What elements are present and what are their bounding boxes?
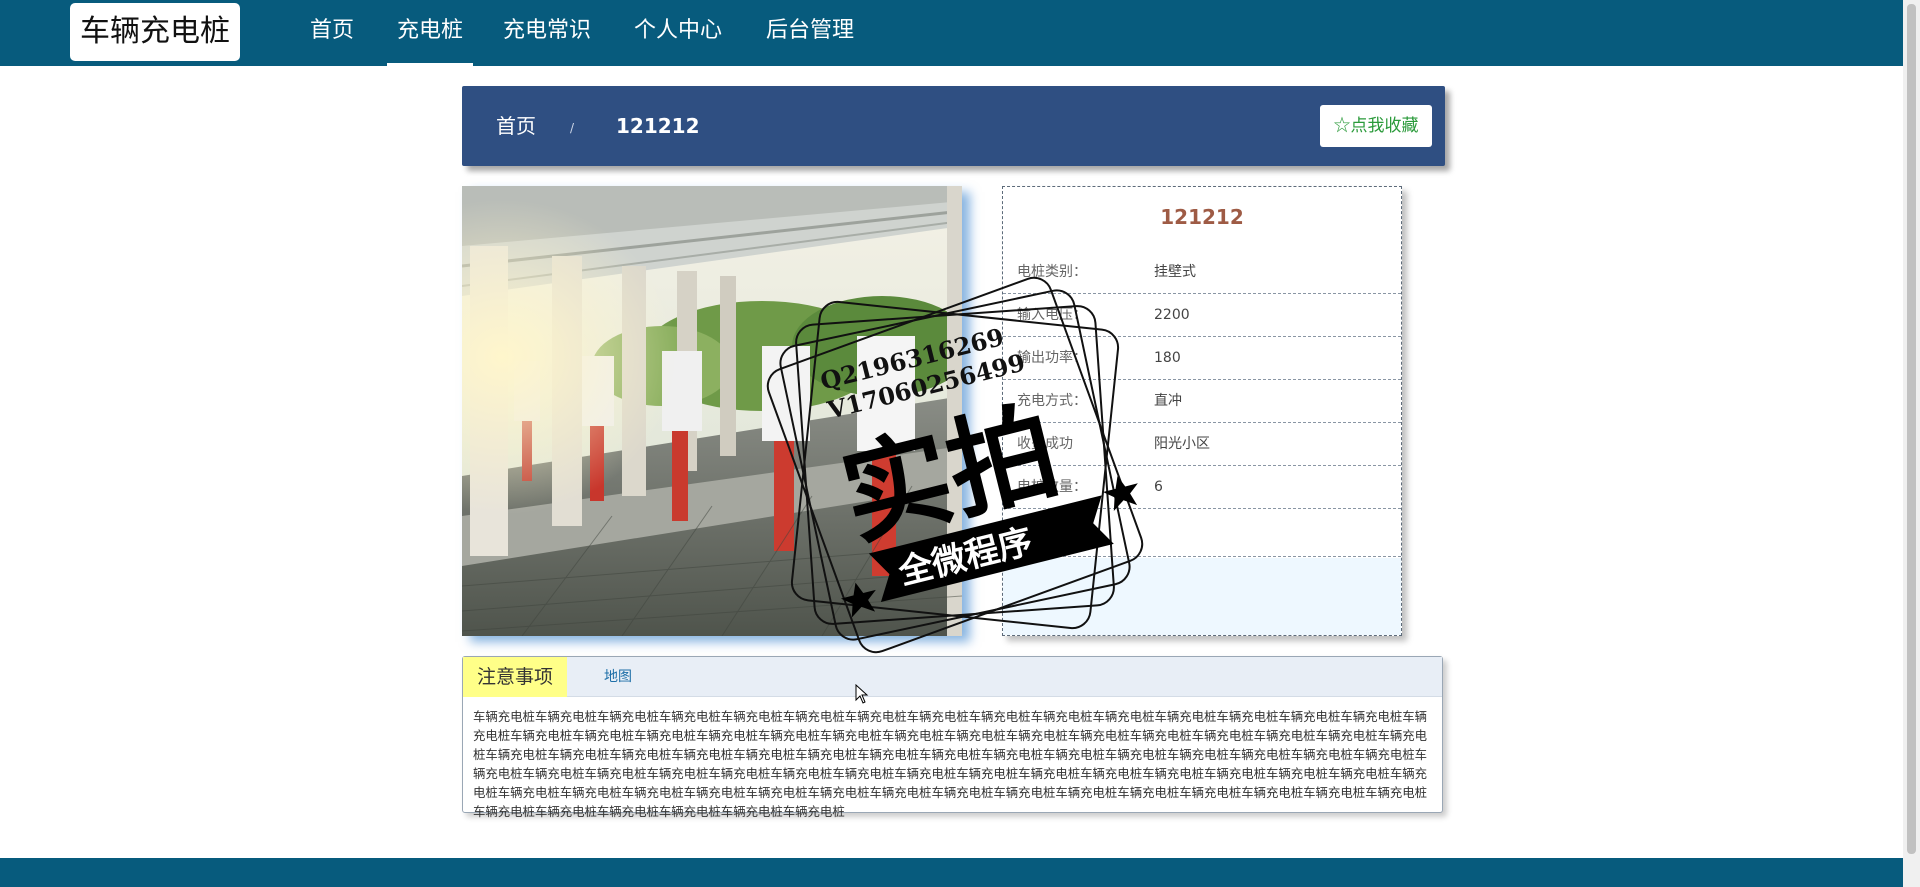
breadcrumb: 首页 / 121212 ☆点我收藏 (462, 86, 1445, 166)
detail-label: 充电方式： (1017, 393, 1087, 409)
detail-label: 电桩数量： (1017, 479, 1087, 495)
nav-personal-center[interactable]: 个人中心 (625, 0, 731, 66)
scrollbar-thumb[interactable] (1907, 4, 1916, 854)
detail-value: 6 (1154, 479, 1163, 495)
detail-label: 电桩类别： (1017, 264, 1087, 280)
detail-row-type: 电桩类别： 挂壁式 (1003, 251, 1401, 294)
nav-home[interactable]: 首页 (296, 0, 368, 66)
detail-card: 121212 电桩类别： 挂壁式 输入电压： 2200 输出功率： 180 充电… (1002, 186, 1402, 636)
detail-value: 180 (1154, 350, 1181, 366)
tab-notes[interactable]: 注意事项 (463, 657, 567, 697)
detail-value: 挂壁式 (1154, 264, 1196, 280)
tab-header: 注意事项 地图 (463, 657, 1442, 697)
detail-label: 输入电压： (1017, 307, 1087, 323)
nav-admin[interactable]: 后台管理 (757, 0, 863, 66)
nav-charging-knowledge[interactable]: 充电常识 (495, 0, 599, 66)
top-nav-bar: 车辆充电桩 首页 充电桩 充电常识 个人中心 后台管理 (0, 0, 1903, 66)
favorite-button[interactable]: ☆点我收藏 (1320, 105, 1432, 147)
detail-action-row (1003, 507, 1401, 557)
tab-panel: 注意事项 地图 车辆充电桩车辆充电桩车辆充电桩车辆充电桩车辆充电桩车辆充电桩车辆… (462, 656, 1443, 819)
charging-station-photo (462, 186, 962, 636)
site-logo[interactable]: 车辆充电桩 (70, 3, 240, 61)
detail-label: 输出功率： (1017, 350, 1087, 366)
footer-bar (0, 858, 1903, 887)
detail-value: 阳光小区 (1154, 436, 1210, 452)
detail-row-mode: 充电方式： 直冲 (1003, 380, 1401, 423)
breadcrumb-separator: / (570, 121, 575, 135)
photo-illustration (462, 186, 962, 636)
detail-row-count: 电桩数量： 6 (1003, 466, 1401, 509)
breadcrumb-current: 121212 (616, 114, 700, 138)
breadcrumb-home[interactable]: 首页 (496, 86, 536, 166)
action-button[interactable] (1023, 521, 1053, 543)
detail-value: 直冲 (1154, 393, 1182, 409)
tab-content-text: 车辆充电桩车辆充电桩车辆充电桩车辆充电桩车辆充电桩车辆充电桩车辆充电桩车辆充电桩… (473, 709, 1428, 819)
detail-row-voltage: 输入电压： 2200 (1003, 294, 1401, 337)
nav-charging-pile[interactable]: 充电桩 (387, 0, 473, 66)
tab-map[interactable]: 地图 (604, 657, 632, 697)
page-scrollbar[interactable] (1903, 0, 1920, 887)
detail-row-location: 收费成功 阳光小区 (1003, 423, 1401, 466)
detail-bottom-area (1003, 558, 1401, 635)
detail-title: 121212 (1160, 205, 1244, 229)
detail-label: 收费成功 (1017, 436, 1073, 452)
detail-value: 2200 (1154, 307, 1190, 323)
detail-row-power: 输出功率： 180 (1003, 337, 1401, 380)
mouse-cursor-icon (855, 684, 869, 704)
